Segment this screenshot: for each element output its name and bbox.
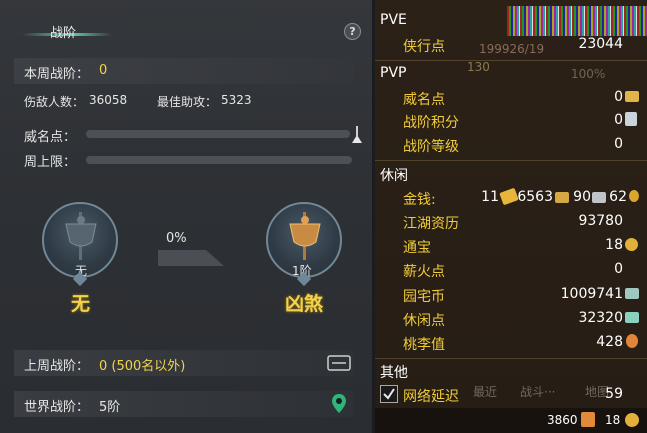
xiaxing-value: 23044: [578, 36, 623, 52]
latency-value: 59: [605, 386, 623, 402]
zhanjie-points-label: 战阶积分: [403, 115, 459, 131]
injured-value: 36058: [89, 93, 128, 107]
prestige-bar: [86, 130, 350, 138]
footer-right-value: 18: [605, 413, 621, 427]
peach-icon: [626, 334, 638, 348]
jianghu-value: 93780: [578, 213, 623, 229]
jianghu-label: 江湖资历: [403, 216, 459, 232]
rank-points-icon: [625, 112, 637, 126]
weekly-cap-label: 周上限：: [24, 155, 77, 170]
best-assist-value: 5323: [221, 93, 252, 107]
section-other: 其他: [380, 365, 408, 381]
latency-label: 网络延迟: [403, 389, 459, 405]
panel-title: 战阶: [50, 26, 77, 41]
money-label: 金钱:: [403, 192, 436, 208]
xiuxian-value: 32320: [578, 310, 623, 326]
money-silver-value: 6563: [517, 189, 553, 205]
location-pin-icon[interactable]: [331, 393, 347, 415]
progress-arrow-icon: [158, 250, 224, 266]
tongbao-value: 18: [605, 237, 623, 253]
rank-panel: 战阶 ? 本周战阶： 0 伤敌人数： 36058 最佳助攻： 5323 威名点：…: [0, 0, 372, 433]
weekly-rank-value: 0: [99, 63, 108, 78]
current-rank-small-label: 无: [75, 264, 88, 278]
current-rank-name: 无: [71, 293, 91, 315]
money-copper-value: 90: [573, 189, 591, 205]
footer-left-value: 3860: [547, 413, 578, 427]
zhanjie-points-value: 0: [614, 112, 623, 128]
flag-icon: [65, 212, 97, 260]
zhanjie-level-label: 战阶等级: [403, 139, 459, 155]
bg-text-130: 130: [467, 60, 490, 74]
weiming-value: 0: [614, 89, 623, 105]
bg-tab-battle: 战斗···: [520, 385, 556, 399]
leaf-icon: [625, 312, 639, 323]
background-stripes: [507, 6, 647, 36]
gold-ingot-icon: [499, 187, 519, 206]
yuanzhai-label: 园宅币: [403, 289, 445, 305]
weekly-rank-label: 本周战阶：: [24, 67, 90, 82]
rank-progress: 0%: [166, 231, 187, 246]
taoli-label: 桃李值: [403, 337, 445, 353]
world-rank-label: 世界战阶：: [24, 400, 90, 415]
latency-checkbox[interactable]: [380, 385, 398, 403]
coin-icon: [629, 190, 639, 202]
section-leisure: 休闲: [380, 168, 408, 184]
world-rank-value: 5阶: [99, 400, 121, 415]
bar-end-marker-icon: [352, 126, 362, 143]
yuanzhai-icon: [625, 288, 639, 299]
xiaxing-label: 侠行点: [403, 39, 445, 55]
best-assist-label: 最佳助攻：: [157, 95, 218, 109]
divider: [375, 60, 647, 61]
leaderboard-icon[interactable]: [327, 354, 351, 372]
prestige-icon: [625, 91, 639, 102]
last-week-label: 上周战阶：: [24, 359, 90, 374]
current-rank-emblem: 无: [42, 202, 118, 278]
next-rank-small-label: 1阶: [292, 264, 312, 278]
bg-text-numbers: 199926/19: [479, 42, 545, 56]
tongbao-coin-icon: [625, 238, 638, 251]
next-rank-name: 凶煞: [285, 293, 324, 315]
silver-ingot-icon: [555, 192, 569, 203]
bg-tab-recent: 最近: [473, 385, 498, 399]
currency-panel: 199926/19 130 100% PVE 侠行点 23044 PVP 威名点…: [375, 0, 647, 433]
copper-ingot-icon: [592, 192, 606, 203]
injured-label: 伤敌人数：: [24, 95, 85, 109]
last-week-value: 0 (500名以外): [99, 359, 186, 374]
zhanjie-level-value: 0: [614, 136, 623, 152]
tongbao-label: 通宝: [403, 240, 431, 256]
taoli-value: 428: [596, 334, 623, 350]
divider: [375, 160, 647, 161]
yuanzhai-value: 1009741: [560, 286, 623, 302]
divider: [375, 358, 647, 359]
footer-coin-icon: [625, 413, 639, 427]
banner-icon: [289, 212, 321, 260]
help-icon[interactable]: ?: [344, 23, 361, 40]
weiming-label: 威名点: [403, 92, 445, 108]
panel-header: 战阶 ?: [0, 0, 372, 46]
prestige-label: 威名点：: [24, 130, 77, 145]
xiuxian-label: 休闲点: [403, 313, 445, 329]
weekly-cap-bar: [86, 156, 352, 164]
xinhuo-value: 0: [614, 261, 623, 277]
xinhuo-label: 薪火点: [403, 264, 445, 280]
section-pve: PVE: [380, 12, 407, 28]
money-misc-value: 62: [609, 189, 627, 205]
next-rank-emblem: 1阶: [266, 202, 342, 278]
section-pvp: PVP: [380, 65, 407, 81]
bg-text-100: 100%: [571, 67, 606, 81]
money-gold-value: 11: [481, 189, 499, 205]
boot-icon: [581, 412, 595, 427]
